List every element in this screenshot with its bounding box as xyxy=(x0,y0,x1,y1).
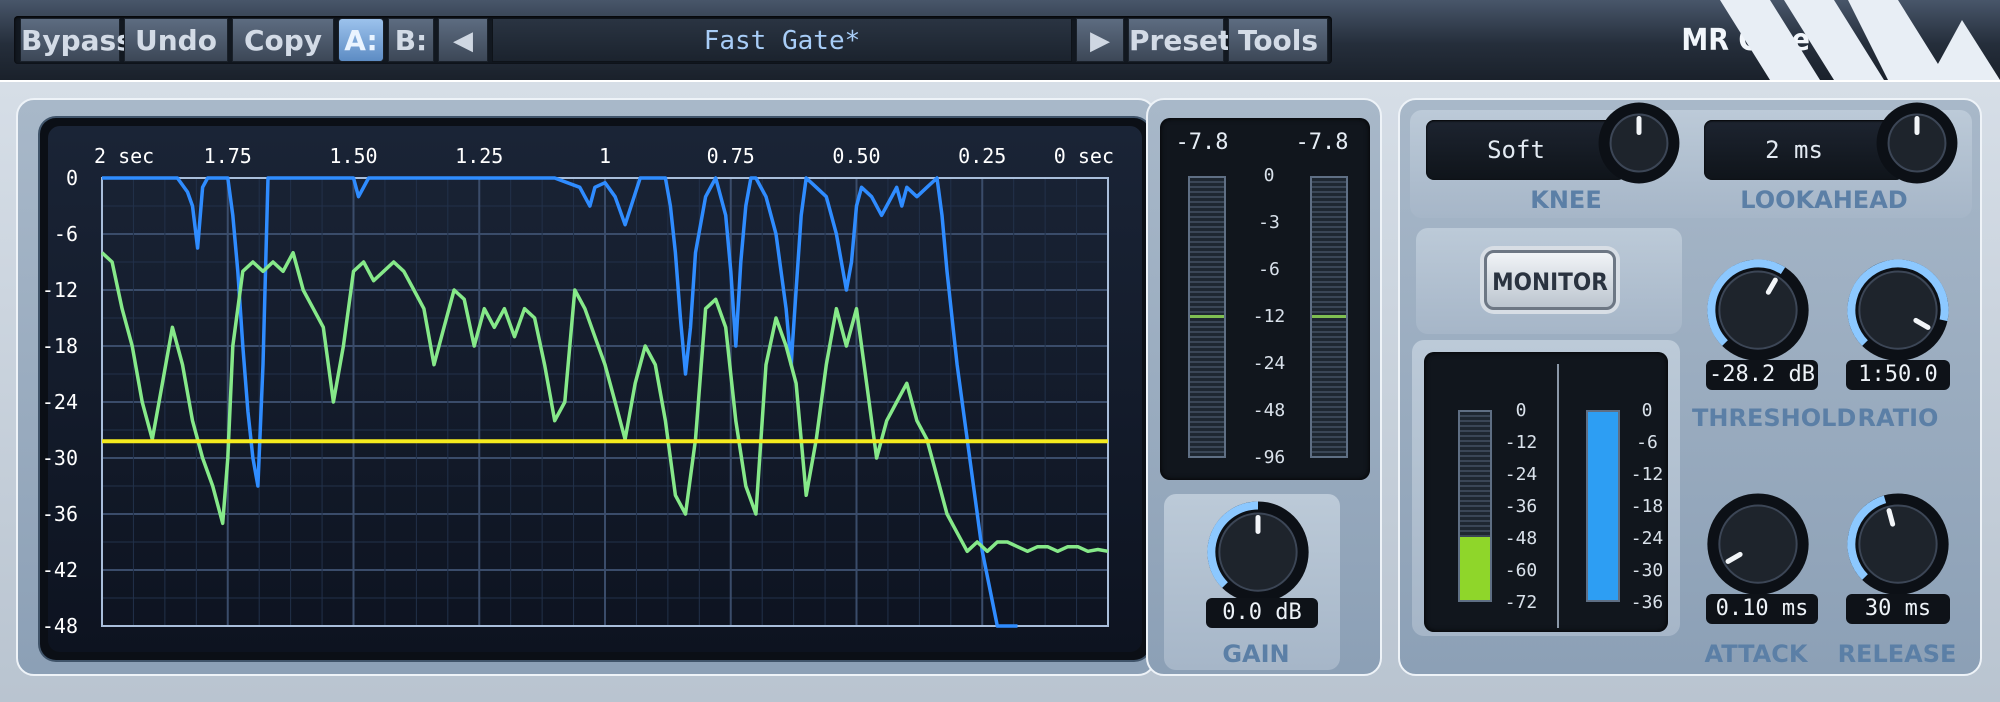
knob-cap xyxy=(1718,270,1798,350)
y-tick-label: 0 xyxy=(66,166,78,190)
gate-right-meter xyxy=(1586,410,1620,602)
lookahead-value: 2 ms xyxy=(1765,136,1823,164)
ratio-value: 1:50.0 xyxy=(1846,360,1950,390)
gate-left-scale-label: -24 xyxy=(1504,464,1538,485)
x-tick-label: 1.50 xyxy=(329,144,377,168)
gate-left-scale-label: -12 xyxy=(1504,432,1538,453)
gate-right-level xyxy=(1588,412,1618,600)
gate-left-scale-label: 0 xyxy=(1515,400,1527,421)
bypass-button[interactable]: Bypass xyxy=(20,18,133,62)
x-tick-label: 1.75 xyxy=(204,144,252,168)
y-axis-ticks: 0 -6 -12 -18 -24 -30 -36 -42 -48 xyxy=(42,166,78,638)
gate-history-graph: 2 sec 1.75 1.50 1.25 1 0.75 0.50 0.25 0 sec 0 -6 -… xyxy=(42,126,1142,652)
output-scale-label: -96 xyxy=(1252,447,1286,468)
output-left-level xyxy=(1190,315,1224,318)
y-tick-label: -24 xyxy=(42,390,78,414)
y-tick-label: -36 xyxy=(42,502,78,526)
x-tick-label: 0.25 xyxy=(958,144,1006,168)
knee-value: Soft xyxy=(1487,136,1545,164)
output-scale-label: -6 xyxy=(1258,259,1280,280)
copy-button[interactable]: Copy xyxy=(232,18,334,62)
attack-label: ATTACK xyxy=(1704,640,1808,668)
output-right-level xyxy=(1312,315,1346,318)
left-arrow-icon: ◀ xyxy=(453,26,473,56)
gate-right-scale-label: -18 xyxy=(1630,496,1664,517)
preset-button[interactable]: Preset xyxy=(1128,18,1231,62)
prev-preset-button[interactable]: ◀ xyxy=(438,18,488,62)
x-tick-label: 0.50 xyxy=(832,144,880,168)
y-tick-label: -42 xyxy=(42,558,78,582)
output-right-value: -7.8 xyxy=(1295,130,1349,155)
lookahead-selector[interactable]: 2 ms xyxy=(1704,120,1904,180)
x-axis-ticks: 2 sec 1.75 1.50 1.25 1 0.75 0.50 0.25 0 sec xyxy=(94,144,1114,168)
x-tick-label: 1.25 xyxy=(455,144,503,168)
release-label: RELEASE xyxy=(1837,640,1957,668)
x-tick-label: 2 sec xyxy=(94,144,154,168)
tools-button[interactable]: Tools xyxy=(1228,18,1328,62)
mr-gate-plugin-window: Bypass Undo Copy A: B: ◀ Fast Gate* ▶ Pr… xyxy=(0,0,2000,702)
gate-left-meter xyxy=(1458,410,1492,602)
gain-value: 0.0 dB xyxy=(1206,598,1318,628)
gate-right-scale-label: -36 xyxy=(1630,592,1664,613)
knob-cap xyxy=(1858,504,1938,584)
gate-left-scale-label: -60 xyxy=(1504,560,1538,581)
output-left-meter xyxy=(1188,176,1226,458)
output-left-value: -7.8 xyxy=(1175,130,1229,155)
output-scale-label: -3 xyxy=(1258,212,1280,233)
release-value: 30 ms xyxy=(1846,594,1950,624)
gate-meter-divider xyxy=(1557,364,1559,628)
threshold-label: THRESHOLD xyxy=(1692,404,1857,432)
x-tick-label: 0.75 xyxy=(707,144,755,168)
undo-button[interactable]: Undo xyxy=(124,18,228,62)
y-tick-label: -6 xyxy=(54,222,78,246)
gate-right-scale-label: 0 xyxy=(1641,400,1653,421)
gate-right-scale-label: -12 xyxy=(1630,464,1664,485)
y-tick-label: -48 xyxy=(42,614,78,638)
y-tick-label: -18 xyxy=(42,334,78,358)
next-preset-button[interactable]: ▶ xyxy=(1076,18,1124,62)
monitor-button[interactable]: MONITOR xyxy=(1484,250,1616,310)
right-arrow-icon: ▶ xyxy=(1090,26,1110,56)
y-tick-label: -12 xyxy=(42,278,78,302)
y-tick-label: -30 xyxy=(42,446,78,470)
meldaproduction-logo xyxy=(1720,0,2000,80)
knee-selector[interactable]: Soft xyxy=(1426,120,1626,180)
slot-a-button[interactable]: A: xyxy=(338,18,384,62)
output-scale-label: -24 xyxy=(1252,353,1286,374)
slot-b-button[interactable]: B: xyxy=(388,18,434,62)
ratio-label: RATIO xyxy=(1857,404,1939,432)
gate-right-scale-label: -30 xyxy=(1630,560,1664,581)
x-tick-label: 1 xyxy=(599,144,611,168)
gate-left-level xyxy=(1460,537,1490,600)
lookahead-knob[interactable] xyxy=(1876,102,1958,184)
output-right-meter xyxy=(1310,176,1348,458)
graph-background xyxy=(48,126,1142,652)
knee-knob[interactable] xyxy=(1598,102,1680,184)
knob-pointer xyxy=(1886,508,1896,527)
output-scale-label: -48 xyxy=(1252,400,1286,421)
output-scale-label: -12 xyxy=(1252,306,1286,327)
output-scale-label: 0 xyxy=(1263,165,1275,186)
attack-value: 0.10 ms xyxy=(1706,594,1818,624)
lookahead-label: LOOKAHEAD xyxy=(1740,186,1908,214)
threshold-value: -28.2 dB xyxy=(1706,360,1818,390)
preset-name-display[interactable]: Fast Gate* xyxy=(492,18,1072,62)
gate-left-scale-label: -36 xyxy=(1504,496,1538,517)
gate-left-scale-label: -48 xyxy=(1504,528,1538,549)
knob-cap xyxy=(1858,270,1938,350)
gain-label: GAIN xyxy=(1222,640,1290,668)
toolbar: Bypass Undo Copy A: B: ◀ Fast Gate* ▶ Pr… xyxy=(0,0,2000,80)
x-tick-label: 0 sec xyxy=(1054,144,1114,168)
gate-left-scale-label: -72 xyxy=(1504,592,1538,613)
knob-cap xyxy=(1718,504,1798,584)
gate-right-scale-label: -24 xyxy=(1630,528,1664,549)
gate-right-scale-label: -6 xyxy=(1636,432,1658,453)
knee-label: KNEE xyxy=(1530,186,1602,214)
